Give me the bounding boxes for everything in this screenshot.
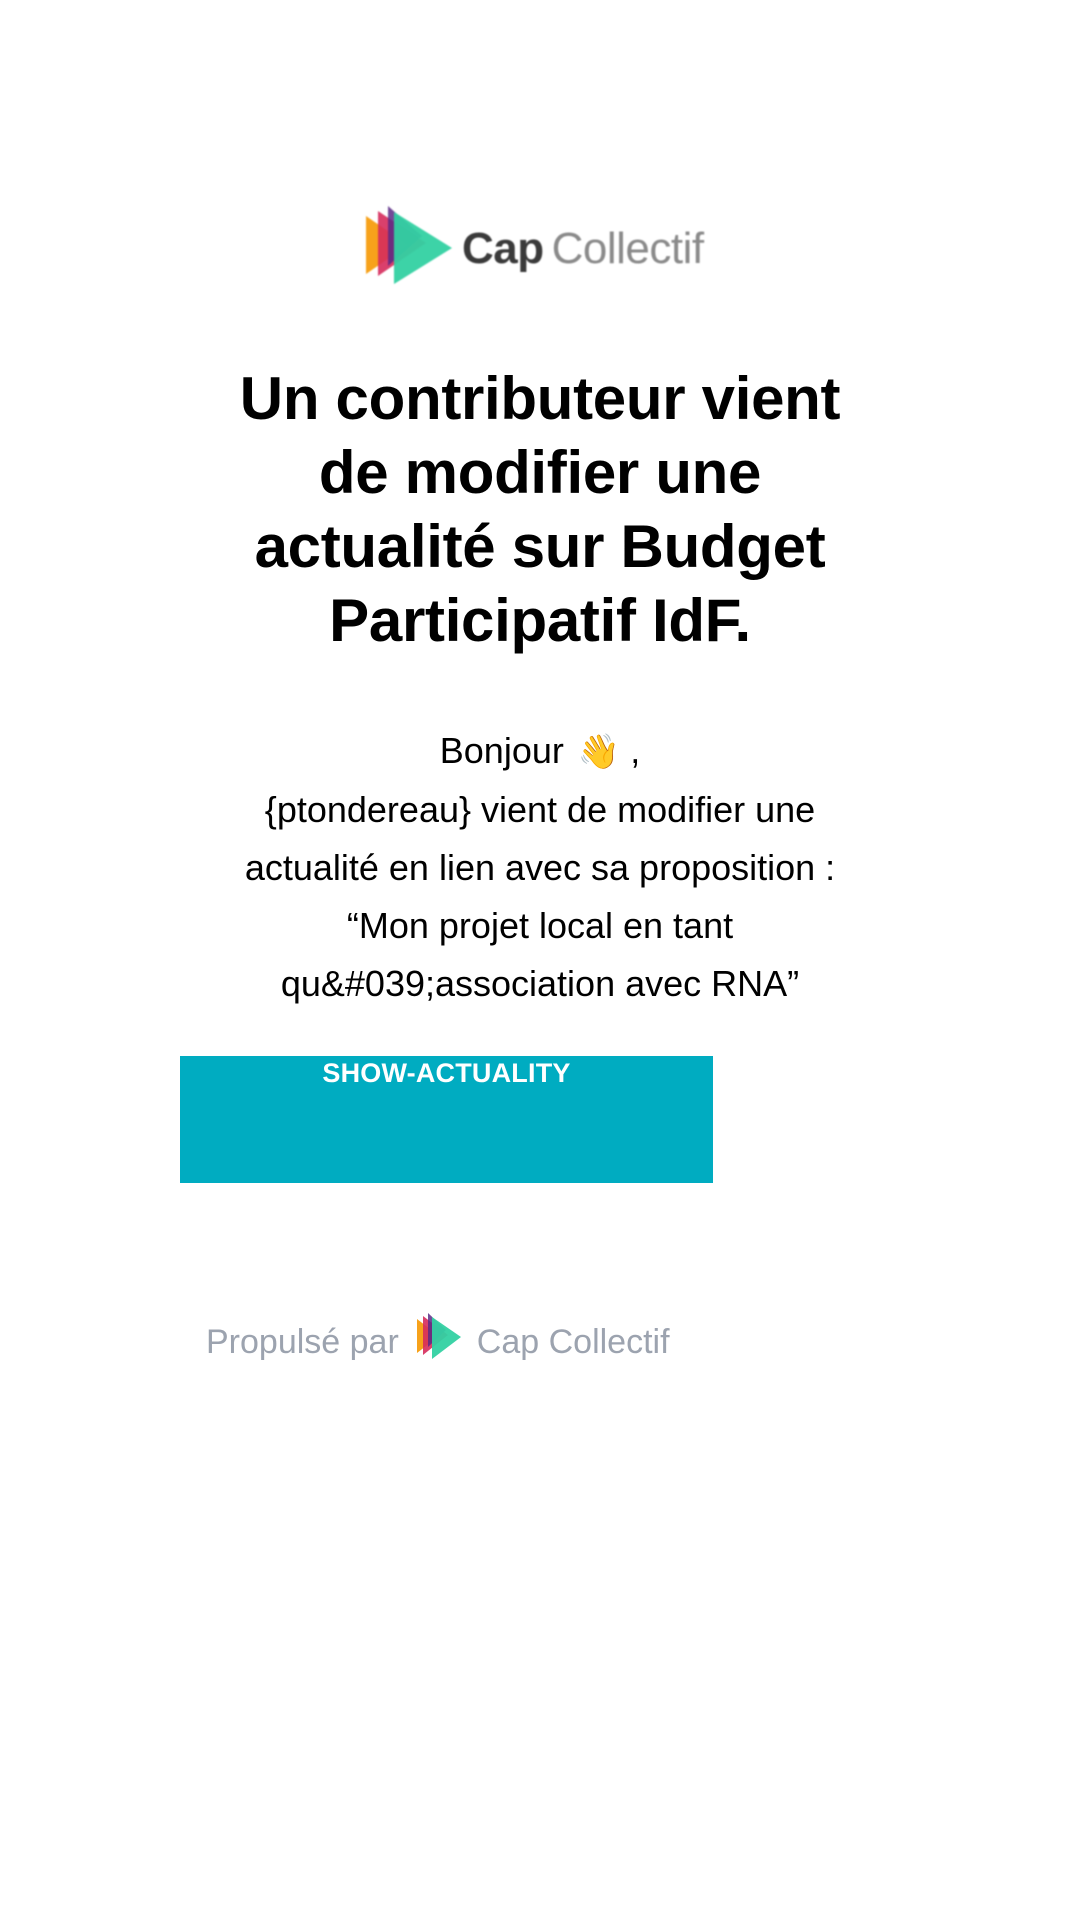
greeting-suffix: , (620, 730, 641, 771)
title-line-2: de modifier une (318, 439, 762, 506)
greeting-line: Bonjour 👋 , (180, 722, 900, 781)
title-line-1: Un contributeur vient (239, 365, 841, 432)
title-line-3: actualité sur Budget (254, 513, 826, 580)
show-actuality-label: SHOW-ACTUALITY (322, 1058, 571, 1088)
proposal-title-line-2: qu&#039;association avec RNA” (280, 963, 800, 1004)
footer-brand[interactable]: Cap Collectif (477, 1323, 670, 1362)
email-message: Bonjour 👋 , {ptondereau} vient de modifi… (180, 722, 900, 1013)
logo-wordmark: Cap Collectif (462, 219, 704, 271)
show-actuality-button[interactable]: SHOW-ACTUALITY (180, 1056, 713, 1183)
email-title: Un contributeur vient de modifier une ac… (180, 362, 900, 658)
header-logo: Cap Collectif (366, 206, 716, 284)
message-line-3: actualité en lien avec sa proposition : (244, 847, 836, 888)
proposal-title-line-1: “Mon projet local en tant (346, 905, 734, 946)
powered-by-text: Propulsé par (206, 1322, 399, 1361)
footer: Propulsé par Cap Collectif (206, 1311, 670, 1373)
logo-word-collectif: Collectif (551, 224, 705, 273)
cap-collectif-footer-logo-icon (416, 1313, 461, 1359)
logo-word-cap: Cap (462, 224, 544, 273)
waving-hand-icon: 👋 (577, 733, 621, 771)
cap-collectif-logo-icon (366, 206, 452, 284)
title-line-4: Participatif IdF. (329, 587, 751, 654)
greeting-text: Bonjour (439, 730, 564, 771)
message-line-2: {ptondereau} vient de modifier une (264, 789, 816, 830)
